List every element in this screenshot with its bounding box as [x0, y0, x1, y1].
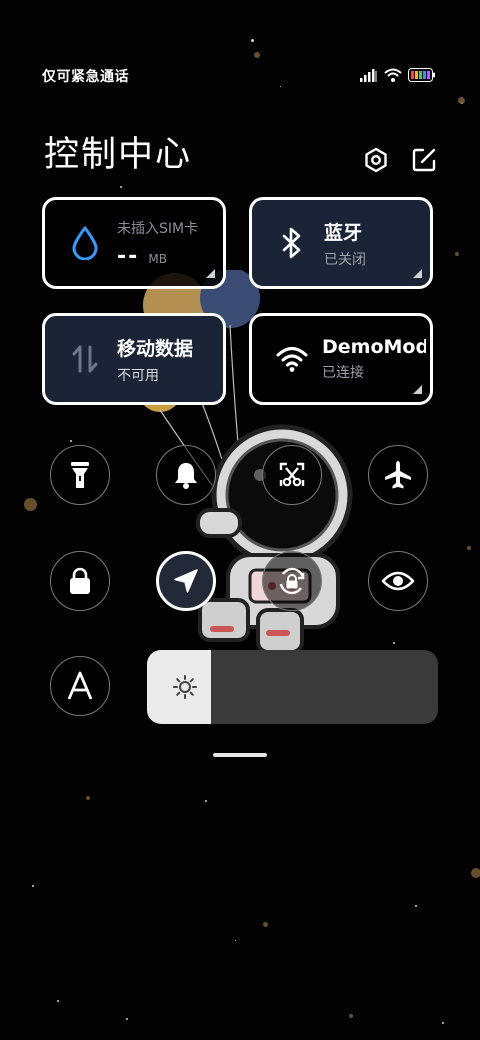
control-center-header: 控制中心: [44, 126, 438, 176]
data-usage-value: --: [117, 243, 140, 269]
status-bar: 仅可紧急通话: [42, 64, 436, 88]
settings-icon: [365, 147, 387, 173]
airplane-icon: [385, 461, 411, 489]
water-drop-icon: [67, 225, 103, 261]
bell-icon: [175, 463, 197, 489]
expand-corner-indicator: [413, 385, 422, 394]
location-arrow-icon: [174, 569, 198, 593]
battery-icon: [408, 67, 436, 86]
mobile-data-icon: [67, 341, 103, 377]
data-usage-text: 未插入SIM卡 -- MB: [117, 218, 198, 269]
signal-icon: [360, 67, 378, 86]
bluetooth-icon: [274, 225, 310, 261]
data-usage-unit: MB: [148, 251, 167, 266]
mobile-data-text: 移动数据 不可用: [117, 334, 193, 385]
control-center-screen: 仅可紧急通话 控制中心 未插入SIM卡 -- MB 蓝牙 已关闭 移动数据 不可…: [0, 0, 480, 1040]
flashlight-toggle[interactable]: [50, 445, 110, 505]
eye-icon: [381, 571, 415, 591]
sun-icon: [173, 675, 197, 699]
home-indicator-handle[interactable]: [213, 753, 267, 757]
edit-icon: [412, 148, 436, 172]
rotation-lock-icon: [279, 567, 305, 595]
wifi-icon: [384, 67, 402, 86]
expand-corner-indicator: [206, 269, 215, 278]
mobile-data-tile[interactable]: 移动数据 不可用: [42, 313, 226, 405]
flashlight-icon: [71, 462, 89, 488]
location-toggle[interactable]: [156, 551, 216, 611]
reading-mode-toggle[interactable]: [368, 551, 428, 611]
scissors-icon: [279, 462, 305, 487]
page-title: 控制中心: [44, 134, 193, 175]
wifi-tile[interactable]: DemoMod 已连接: [249, 313, 433, 405]
bluetooth-label: 蓝牙: [324, 221, 363, 244]
screenshot-toggle[interactable]: [262, 445, 322, 505]
status-icons: [360, 67, 436, 86]
wifi-status: 已连接: [322, 365, 364, 381]
expand-corner-indicator: [413, 269, 422, 278]
header-actions: [362, 146, 438, 174]
carrier-status-text: 仅可紧急通话: [42, 69, 129, 85]
lock-icon: [70, 567, 90, 594]
bluetooth-text: 蓝牙 已关闭: [324, 218, 366, 269]
edit-button[interactable]: [410, 146, 438, 174]
data-usage-value-row: -- MB: [117, 244, 198, 269]
auto-brightness-toggle[interactable]: [50, 656, 110, 716]
mobile-data-label: 移动数据: [117, 337, 194, 360]
settings-button[interactable]: [362, 146, 390, 174]
wifi-icon: [274, 341, 310, 377]
sim-status-label: 未插入SIM卡: [117, 220, 199, 237]
wifi-text: DemoMod 已连接: [322, 336, 426, 382]
data-usage-tile[interactable]: 未插入SIM卡 -- MB: [42, 197, 226, 289]
rotation-lock-toggle[interactable]: [262, 551, 322, 611]
mute-toggle[interactable]: [156, 445, 216, 505]
mobile-data-status: 不可用: [117, 367, 159, 384]
airplane-mode-toggle[interactable]: [368, 445, 428, 505]
font-a-icon: [67, 671, 93, 700]
lock-screen-toggle[interactable]: [50, 551, 110, 611]
bluetooth-tile[interactable]: 蓝牙 已关闭: [249, 197, 433, 289]
brightness-slider[interactable]: [147, 650, 438, 724]
wifi-network-name: DemoMod: [322, 336, 426, 358]
bluetooth-status: 已关闭: [324, 251, 366, 268]
